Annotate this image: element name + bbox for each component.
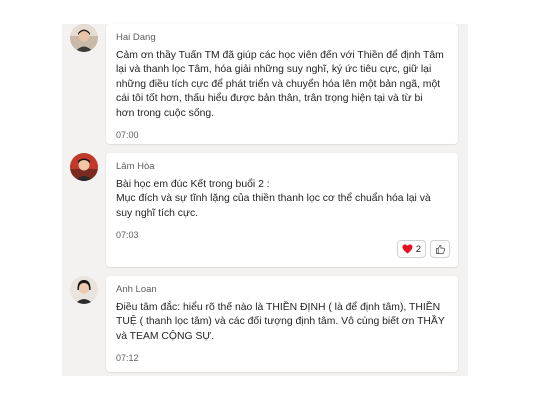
chat-thread[interactable]: Hai Dang Cảm ơn thầy Tuấn TM đã giúp các…	[62, 24, 468, 376]
message-timestamp: 07:12	[116, 353, 139, 364]
message-bubble[interactable]: Lâm Hòa Bài học em đúc Kết trong buổi 2 …	[106, 153, 458, 267]
person-avatar-icon[interactable]	[70, 24, 98, 52]
person-avatar-icon[interactable]	[70, 153, 98, 181]
message-author: Lâm Hòa	[116, 161, 155, 172]
message-author: Hai Dang	[116, 32, 156, 43]
like-reaction-button[interactable]	[430, 240, 450, 258]
message-bubble[interactable]: Hai Dang Cảm ơn thầy Tuấn TM đã giúp các…	[106, 24, 458, 144]
message-text: Bài học em đúc Kết trong buổi 2 : Mục đí…	[116, 179, 431, 219]
thumbs-up-icon	[435, 244, 446, 255]
message-text: Điều tâm đắc: hiểu rõ thế nào là THIỀN Đ…	[116, 302, 445, 342]
message-bubble[interactable]: Anh Loan Điều tâm đắc: hiểu rõ thế nào l…	[106, 276, 458, 372]
heart-icon	[402, 244, 413, 254]
reaction-count: 2	[415, 243, 421, 255]
heart-reaction-button[interactable]: 2	[396, 240, 426, 258]
person-avatar-icon[interactable]	[70, 276, 98, 304]
message-author: Anh Loan	[116, 284, 157, 295]
message-text: Cảm ơn thầy Tuấn TM đã giúp các học viên…	[116, 50, 444, 119]
message-timestamp: 07:00	[116, 130, 139, 141]
reaction-bar: 2	[396, 240, 450, 258]
